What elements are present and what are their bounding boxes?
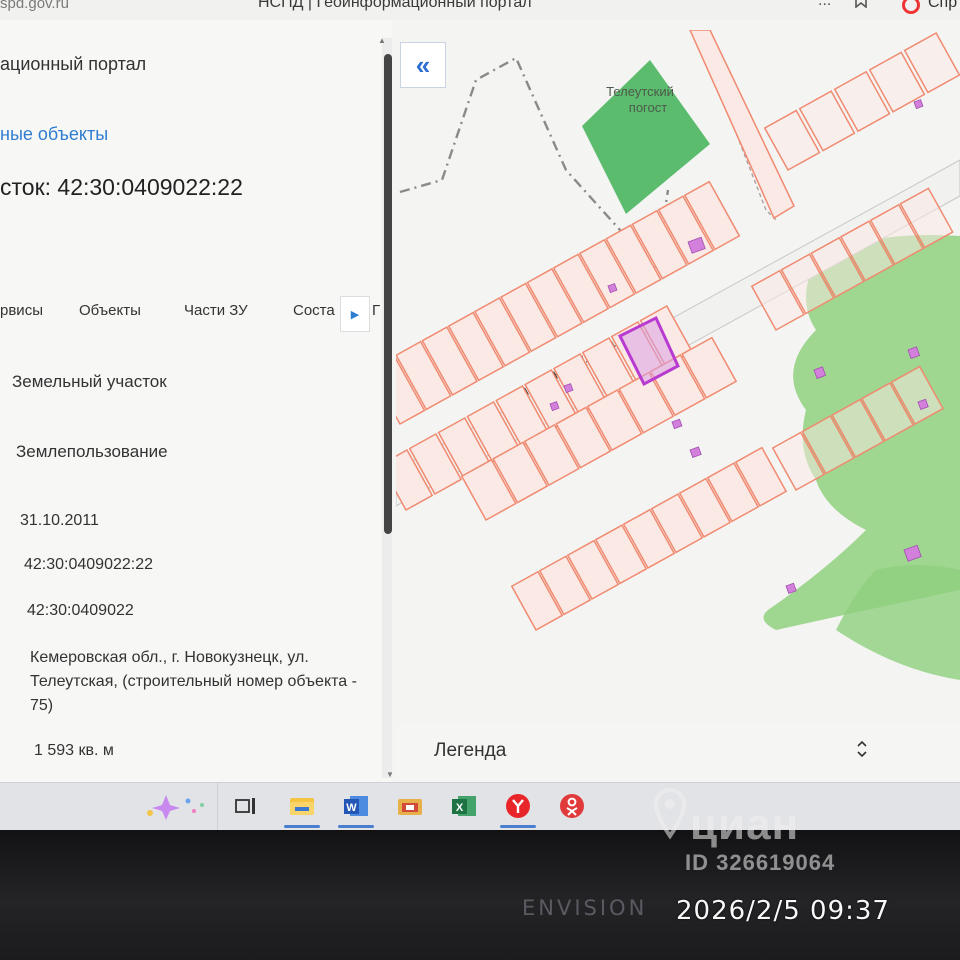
taskbar-widget-area [0, 783, 218, 830]
object-type-value: Земельный участок [12, 372, 167, 391]
watermark-logo: циан [690, 800, 800, 849]
watermark-id: ID 326619064 [685, 850, 836, 875]
browser-tab-title[interactable]: НСПД | Геоинформационный портал [258, 0, 532, 12]
area-value: 1 593 кв. м [34, 742, 114, 759]
building[interactable] [671, 418, 683, 430]
file-explorer-icon[interactable] [288, 793, 316, 819]
double-chevron-left-icon: « [415, 49, 431, 80]
tab-composition[interactable]: Соста [293, 302, 335, 319]
task-view-icon[interactable] [232, 793, 260, 819]
bookmark-icon[interactable] [855, 0, 867, 13]
address-value: Кемеровская обл., г. Новокузнецк, ул. Те… [30, 649, 357, 714]
browser-tab-bar: spd.gov.ru НСПД | Геоинформационный порт… [0, 0, 960, 20]
panel-scrollbar-thumb[interactable] [384, 54, 392, 534]
building[interactable] [913, 99, 924, 110]
folder-icon[interactable] [396, 793, 424, 819]
chevron-right-icon: ▶ [350, 308, 360, 321]
scroll-up-icon[interactable]: ▲ [378, 36, 386, 45]
parcel-title: сток: 42:30:0409022:22 [0, 174, 243, 200]
building[interactable] [689, 446, 702, 459]
active-app-indicator [338, 825, 374, 828]
objects-link[interactable]: ные объекты [0, 124, 108, 145]
excel-icon[interactable]: X [450, 793, 478, 819]
cadastral-quarter-value: 42:30:0409022 [27, 602, 134, 619]
browser-extra-tab[interactable]: Спр [928, 0, 957, 12]
scroll-down-icon[interactable]: ▼ [386, 770, 392, 779]
svg-text:X: X [456, 802, 464, 814]
copilot-icon[interactable] [140, 791, 210, 821]
word-icon[interactable]: W [342, 793, 370, 819]
yandex-browser-icon[interactable] [504, 793, 532, 819]
tab-services[interactable]: рвисы [0, 302, 43, 319]
tab-objects[interactable]: Объекты [79, 302, 141, 319]
pin-logo-icon [653, 787, 687, 840]
parcel-info-panel: ационный портал ные объекты сток: 42:30:… [0, 20, 392, 782]
ok-app-icon[interactable] [558, 793, 586, 819]
monitor-brand: ENVISION [522, 896, 648, 920]
yandex-logo-icon [902, 0, 920, 14]
tab-more[interactable]: Г [372, 302, 380, 319]
tab-scroll-right-button[interactable]: ▶ [340, 296, 370, 332]
watermark: циан ID 326619064 [650, 787, 890, 880]
registration-date-value: 31.10.2011 [20, 512, 99, 529]
subtype-value: Землепользование [16, 442, 168, 461]
area-label: Телеутский [606, 84, 674, 99]
collapse-panel-button[interactable]: « [400, 42, 446, 88]
photo-timestamp: 2026/2/5 09:37 [676, 896, 890, 926]
tab-parcel-parts[interactable]: Части ЗУ [184, 302, 248, 319]
monitor-screen: spd.gov.ru НСПД | Геоинформационный порт… [0, 0, 960, 830]
cadastral-number-value: 42:30:0409022:22 [24, 556, 154, 573]
svg-text:W: W [346, 802, 357, 814]
address-bar[interactable]: spd.gov.ru [0, 0, 69, 12]
info-tabs: рвисы Объекты Части ЗУ Соста Г [0, 302, 392, 332]
active-app-indicator [500, 825, 536, 828]
portal-heading: ационный портал [0, 54, 147, 74]
more-menu-icon[interactable]: ... [818, 0, 831, 10]
expand-legend-icon[interactable] [856, 738, 868, 761]
active-app-indicator [284, 825, 320, 828]
cadastral-map[interactable]: Телеутский погост Телеутская улица [396, 30, 960, 782]
map-canvas[interactable]: Телеутский погост Телеутская улица [396, 30, 960, 782]
legend-label[interactable]: Легенда [434, 740, 506, 762]
area-label: погост [629, 100, 667, 115]
